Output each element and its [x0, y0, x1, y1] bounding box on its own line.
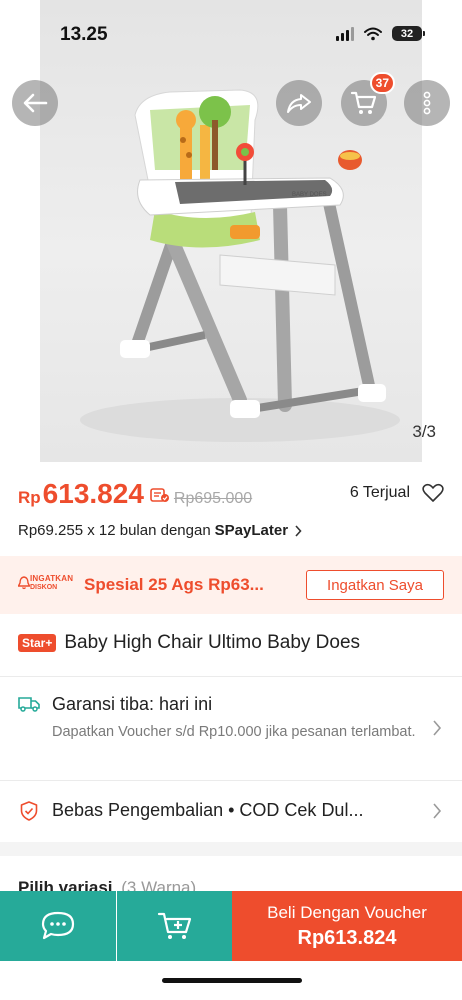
chevron-right-icon: [433, 720, 442, 736]
status-icons: 32: [336, 26, 425, 41]
share-button[interactable]: [276, 80, 322, 126]
cart-button[interactable]: 37: [341, 72, 395, 126]
shipping-guarantee-description: Dapatkan Voucher s/d Rp10.000 jika pesan…: [52, 724, 416, 740]
chat-button[interactable]: [0, 891, 116, 961]
status-time: 13.25: [60, 24, 108, 45]
more-vertical-icon: [423, 91, 431, 115]
paylater-text: Rp69.255 x 12 bulan dengan: [18, 522, 211, 539]
home-indicator[interactable]: [162, 978, 302, 983]
bottom-action-bar: Beli Dengan Voucher Rp613.824: [0, 891, 462, 961]
chevron-right-icon: [295, 524, 302, 537]
cart-count-badge: 37: [369, 72, 395, 94]
section-gap: [0, 842, 462, 856]
sold-count: 6 Terjual: [349, 484, 410, 501]
buy-button-label: Beli Dengan Voucher: [267, 902, 427, 922]
paylater-brand: SPayLater: [214, 522, 289, 539]
shield-check-icon: [20, 801, 38, 821]
more-options-button[interactable]: [404, 80, 450, 126]
delivery-truck-icon: [18, 697, 40, 712]
add-to-cart-icon: [157, 912, 191, 939]
discount-reminder-logo: INGATKAN DISKON: [18, 574, 78, 598]
status-bar: 13.25 32: [0, 0, 462, 70]
buy-with-voucher-button[interactable]: Beli Dengan Voucher Rp613.824: [232, 891, 462, 961]
cellular-signal-icon: [336, 26, 354, 41]
shipping-guarantee-title: Garansi tiba: hari ini: [52, 694, 213, 714]
product-title-row: Star+ Baby High Chair Ultimo Baby Does: [18, 632, 448, 654]
star-plus-badge: Star+: [18, 634, 57, 652]
price-currency: Rp: [18, 488, 41, 507]
heart-icon: [422, 483, 444, 502]
arrow-left-icon: [23, 93, 48, 113]
buy-button-price: Rp613.824: [297, 926, 397, 949]
chat-bubble-icon: [41, 911, 75, 940]
chevron-right-icon: [433, 803, 442, 819]
bell-icon: [18, 576, 30, 590]
flash-sale-text: Spesial 25 Ags Rp63...: [84, 575, 264, 594]
battery-icon: 32: [392, 26, 425, 41]
product-title: Baby High Chair Ultimo Baby Does: [64, 632, 361, 653]
add-to-cart-button[interactable]: [117, 891, 232, 961]
divider: [0, 676, 462, 677]
image-counter: 3/3: [412, 422, 436, 441]
brand-mark: BABY DOES: [292, 192, 327, 198]
price-row: Rp 613.824 Rp695.000 6 Terjual: [18, 478, 446, 518]
home-indicator-area: [0, 961, 462, 1000]
remind-me-button[interactable]: Ingatkan Saya: [306, 570, 444, 600]
returns-cod-text: Bebas Pengembalian • COD Cek Dul...: [52, 800, 364, 820]
paylater-link[interactable]: Rp69.255 x 12 bulan dengan SPayLater: [18, 522, 302, 539]
divider: [0, 780, 462, 781]
favorite-button[interactable]: [422, 483, 444, 508]
product-gallery[interactable]: BABY DOES 13.25 32 37 3/3: [0, 0, 462, 462]
flash-sale-reminder: INGATKAN DISKON Spesial 25 Ags Rp63... I…: [0, 556, 462, 614]
back-button[interactable]: [12, 80, 58, 126]
original-price: Rp695.000: [173, 490, 253, 507]
shopping-cart-icon: [350, 91, 377, 114]
share-icon: [287, 94, 311, 113]
wifi-icon: [364, 27, 382, 40]
discount-tag-icon: [150, 487, 170, 508]
price-amount: 613.824: [42, 478, 144, 509]
